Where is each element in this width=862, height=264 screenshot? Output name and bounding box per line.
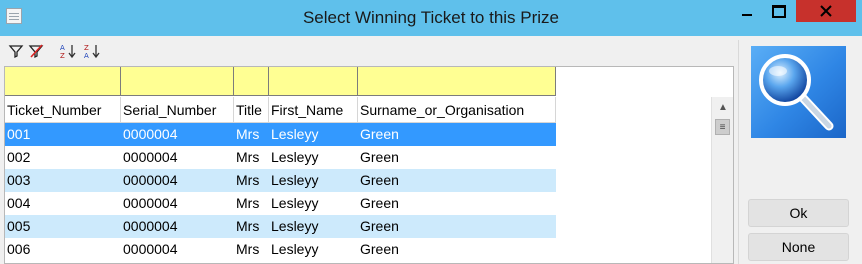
cell-surname: Green xyxy=(360,195,399,211)
cell-first-name: Lesleyy xyxy=(271,172,319,188)
cell-surname: Green xyxy=(360,218,399,234)
sort-descending-icon[interactable]: Z A xyxy=(83,43,100,60)
vertical-scrollbar[interactable]: ▲ ≡ xyxy=(711,97,733,263)
cell-ticket-number: 005 xyxy=(7,218,31,234)
cell-surname: Green xyxy=(360,241,399,257)
column-header-title[interactable]: Title xyxy=(234,97,269,123)
filter-cell-surname[interactable] xyxy=(358,67,556,96)
cell-ticket-number: 003 xyxy=(7,172,31,188)
column-header-row: Ticket_Number Serial_Number Title First_… xyxy=(5,97,556,123)
minimize-icon xyxy=(742,14,752,16)
maximize-icon xyxy=(772,4,786,18)
sort-ascending-icon[interactable]: A Z xyxy=(59,43,76,60)
filter-cell-ticket-number[interactable] xyxy=(5,67,121,96)
filter-row xyxy=(5,67,556,96)
table-row[interactable]: 006 0000004 Mrs Lesleyy Green xyxy=(5,238,556,261)
column-header-first-name[interactable]: First_Name xyxy=(269,97,358,123)
scroll-thumb[interactable]: ≡ xyxy=(715,119,730,135)
svg-text:A: A xyxy=(60,44,65,52)
cell-title: Mrs xyxy=(236,126,260,142)
filter-cell-serial-number[interactable] xyxy=(121,67,234,96)
cell-serial-number: 0000004 xyxy=(123,218,178,234)
grid-body: 001 0000004 Mrs Lesleyy Green 002 000000… xyxy=(5,123,711,261)
cell-surname: Green xyxy=(360,126,399,142)
cell-ticket-number: 001 xyxy=(7,126,31,142)
title-bar: Select Winning Ticket to this Prize xyxy=(0,0,862,36)
filter-icon[interactable] xyxy=(8,43,24,59)
column-header-serial-number[interactable]: Serial_Number xyxy=(121,97,234,123)
cell-title: Mrs xyxy=(236,172,260,188)
cell-first-name: Lesleyy xyxy=(271,195,319,211)
cell-serial-number: 0000004 xyxy=(123,126,178,142)
side-panel: Ok None xyxy=(738,40,862,264)
maximize-button[interactable] xyxy=(765,0,793,22)
svg-text:A: A xyxy=(84,52,89,59)
table-row[interactable]: 001 0000004 Mrs Lesleyy Green xyxy=(5,123,556,146)
cell-ticket-number: 002 xyxy=(7,149,31,165)
ticket-grid: Ticket_Number Serial_Number Title First_… xyxy=(4,66,734,264)
svg-text:Z: Z xyxy=(84,44,89,52)
filter-cell-title[interactable] xyxy=(234,67,269,96)
cell-first-name: Lesleyy xyxy=(271,126,319,142)
cell-title: Mrs xyxy=(236,241,260,257)
cell-serial-number: 0000004 xyxy=(123,172,178,188)
clear-filter-icon[interactable] xyxy=(28,43,44,59)
toolbar: A Z Z A xyxy=(4,40,734,62)
search-icon[interactable] xyxy=(751,46,846,138)
cell-surname: Green xyxy=(360,149,399,165)
close-button[interactable] xyxy=(796,0,856,22)
cell-serial-number: 0000004 xyxy=(123,241,178,257)
cell-ticket-number: 004 xyxy=(7,195,31,211)
cell-first-name: Lesleyy xyxy=(271,149,319,165)
table-row[interactable]: 003 0000004 Mrs Lesleyy Green xyxy=(5,169,556,192)
column-header-surname[interactable]: Surname_or_Organisation xyxy=(358,97,556,123)
cell-serial-number: 0000004 xyxy=(123,149,178,165)
ok-button[interactable]: Ok xyxy=(748,199,849,227)
none-button[interactable]: None xyxy=(748,233,849,261)
column-header-ticket-number[interactable]: Ticket_Number xyxy=(5,97,121,123)
cell-first-name: Lesleyy xyxy=(271,241,319,257)
cell-ticket-number: 006 xyxy=(7,241,31,257)
cell-title: Mrs xyxy=(236,195,260,211)
table-row[interactable]: 002 0000004 Mrs Lesleyy Green xyxy=(5,146,556,169)
cell-title: Mrs xyxy=(236,149,260,165)
table-row[interactable]: 005 0000004 Mrs Lesleyy Green xyxy=(5,215,556,238)
cell-surname: Green xyxy=(360,172,399,188)
table-row[interactable]: 004 0000004 Mrs Lesleyy Green xyxy=(5,192,556,215)
cell-serial-number: 0000004 xyxy=(123,195,178,211)
scroll-up-icon[interactable]: ▲ xyxy=(714,99,732,115)
cell-title: Mrs xyxy=(236,218,260,234)
minimize-button[interactable] xyxy=(733,0,761,22)
cell-first-name: Lesleyy xyxy=(271,218,319,234)
close-icon xyxy=(820,5,832,17)
svg-text:Z: Z xyxy=(60,52,65,59)
filter-cell-first-name[interactable] xyxy=(269,67,358,96)
